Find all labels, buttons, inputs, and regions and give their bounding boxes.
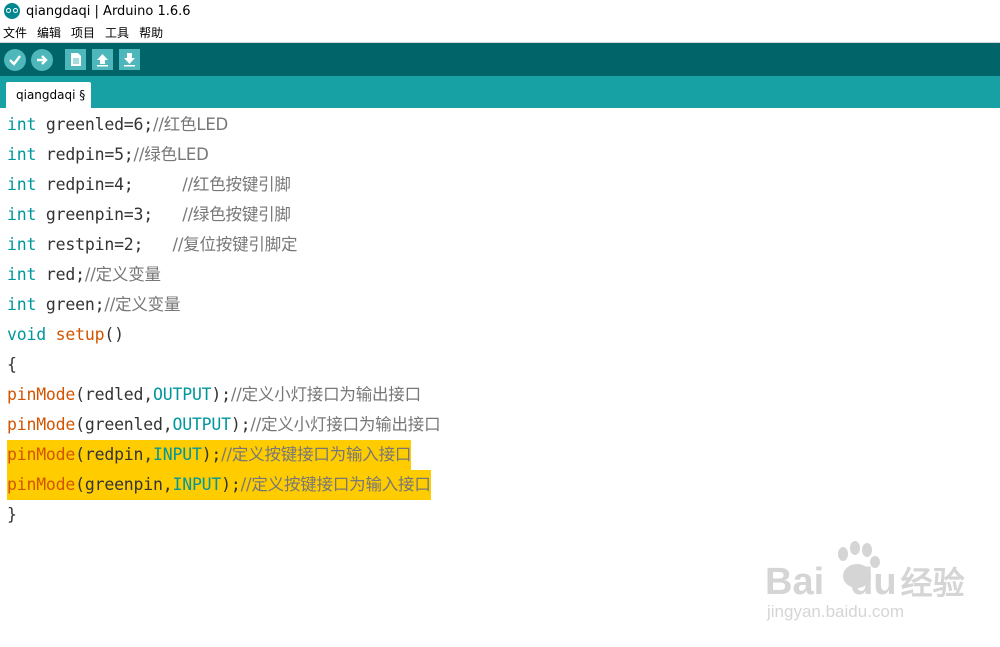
comment: //定义变量 <box>104 295 181 314</box>
tab-sketch[interactable]: qiangdaqi § <box>6 82 92 108</box>
arrow-up-icon <box>97 54 108 67</box>
comment: //定义小灯接口为输出接口 <box>250 415 441 434</box>
arrow-down-icon <box>124 53 135 67</box>
function-name: setup <box>55 325 105 344</box>
window-title: qiangdaqi | Arduino 1.6.6 <box>26 3 191 19</box>
comment: //绿色按键引脚 <box>182 205 291 224</box>
code-text: (redpin, <box>75 445 154 464</box>
code-text: (greenled, <box>75 415 173 434</box>
code-text: ); <box>201 445 222 464</box>
watermark-brand: Bai <box>765 561 825 603</box>
code-line: int redpin=4; //红色按键引脚 <box>7 170 291 200</box>
keyword: int <box>7 175 37 194</box>
code-text: redpin=4; <box>36 175 183 194</box>
keyword: int <box>7 265 37 284</box>
new-file-icon <box>71 53 81 66</box>
comment: //绿色LED <box>133 145 209 164</box>
watermark-cn: 经验 <box>900 565 965 601</box>
code-text: () <box>104 325 124 344</box>
open-button[interactable] <box>92 49 113 70</box>
constant: OUTPUT <box>153 385 212 404</box>
code-text: { <box>7 355 17 374</box>
keyword: int <box>7 205 37 224</box>
verify-button[interactable] <box>4 49 26 71</box>
code-line: { <box>7 350 17 380</box>
comment: //定义变量 <box>84 265 161 284</box>
constant: INPUT <box>172 475 222 494</box>
code-line-selected: pinMode(redpin,INPUT);//定义按键接口为输入接口 <box>7 440 411 470</box>
code-text: ); <box>221 475 241 494</box>
code-line: int red;//定义变量 <box>7 260 161 290</box>
code-text: green; <box>36 295 105 314</box>
code-text: greenpin=3; <box>36 205 183 224</box>
title-bar: qiangdaqi | Arduino 1.6.6 <box>0 0 1000 22</box>
function-name: pinMode <box>7 445 76 464</box>
code-line: void setup() <box>7 320 124 350</box>
code-text: (greenpin, <box>75 475 173 494</box>
function-name: pinMode <box>7 385 76 404</box>
code-line: } <box>7 500 17 530</box>
code-text: (redled, <box>75 385 154 404</box>
comment: //定义按键接口为输入接口 <box>221 445 412 464</box>
checkmark-icon <box>9 55 21 66</box>
function-name: pinMode <box>7 415 76 434</box>
baidu-watermark: Bai du 经验 jingyan.baidu.com <box>765 540 965 634</box>
menu-edit[interactable]: 编辑 <box>33 24 67 41</box>
keyword: void <box>7 325 46 344</box>
code-text: red; <box>36 265 85 284</box>
menu-tools[interactable]: 工具 <box>101 24 135 41</box>
code-text: ); <box>230 415 251 434</box>
code-line-selected: pinMode(greenpin,INPUT);//定义按键接口为输入接口 <box>7 470 431 500</box>
menu-bar: 文件 编辑 项目 工具 帮助 <box>0 22 1000 42</box>
keyword: int <box>7 145 37 164</box>
constant: OUTPUT <box>172 415 231 434</box>
comment: //复位按键引脚定 <box>172 235 298 254</box>
constant: INPUT <box>153 445 202 464</box>
comment: //定义小灯接口为输出接口 <box>230 385 421 404</box>
function-name: pinMode <box>7 475 76 494</box>
keyword: int <box>7 295 37 314</box>
toolbar <box>0 43 1000 76</box>
code-line: pinMode(redled,OUTPUT);//定义小灯接口为输出接口 <box>7 380 421 410</box>
code-line: int green;//定义变量 <box>7 290 180 320</box>
menu-help[interactable]: 帮助 <box>135 24 169 41</box>
watermark-url: jingyan.baidu.com <box>767 602 905 621</box>
tab-bar: qiangdaqi § <box>0 76 1000 108</box>
watermark-brand2: du <box>850 561 897 603</box>
menu-sketch[interactable]: 项目 <box>67 24 101 41</box>
code-line: int redpin=5;//绿色LED <box>7 140 209 170</box>
code-text: greenled=6; <box>36 115 154 134</box>
code-text: ); <box>211 385 231 404</box>
arduino-logo-icon <box>4 3 20 19</box>
comment: //红色LED <box>153 115 229 134</box>
keyword: int <box>7 235 37 254</box>
keyword: int <box>7 115 37 134</box>
arrow-right-icon <box>37 55 48 65</box>
upload-button[interactable] <box>31 49 53 71</box>
code-text: redpin=5; <box>36 145 134 164</box>
code-line: int greenpin=3; //绿色按键引脚 <box>7 200 291 230</box>
save-button[interactable] <box>119 49 140 70</box>
code-line: int greenled=6;//红色LED <box>7 110 228 140</box>
comment: //定义按键接口为输入接口 <box>240 475 431 494</box>
code-line: int restpin=2; //复位按键引脚定 <box>7 230 298 260</box>
code-line: pinMode(greenled,OUTPUT);//定义小灯接口为输出接口 <box>7 410 441 440</box>
code-text: } <box>7 505 17 524</box>
menu-file[interactable]: 文件 <box>0 24 33 41</box>
code-text: restpin=2; <box>36 235 173 254</box>
new-button[interactable] <box>65 49 86 70</box>
comment: //红色按键引脚 <box>182 175 291 194</box>
